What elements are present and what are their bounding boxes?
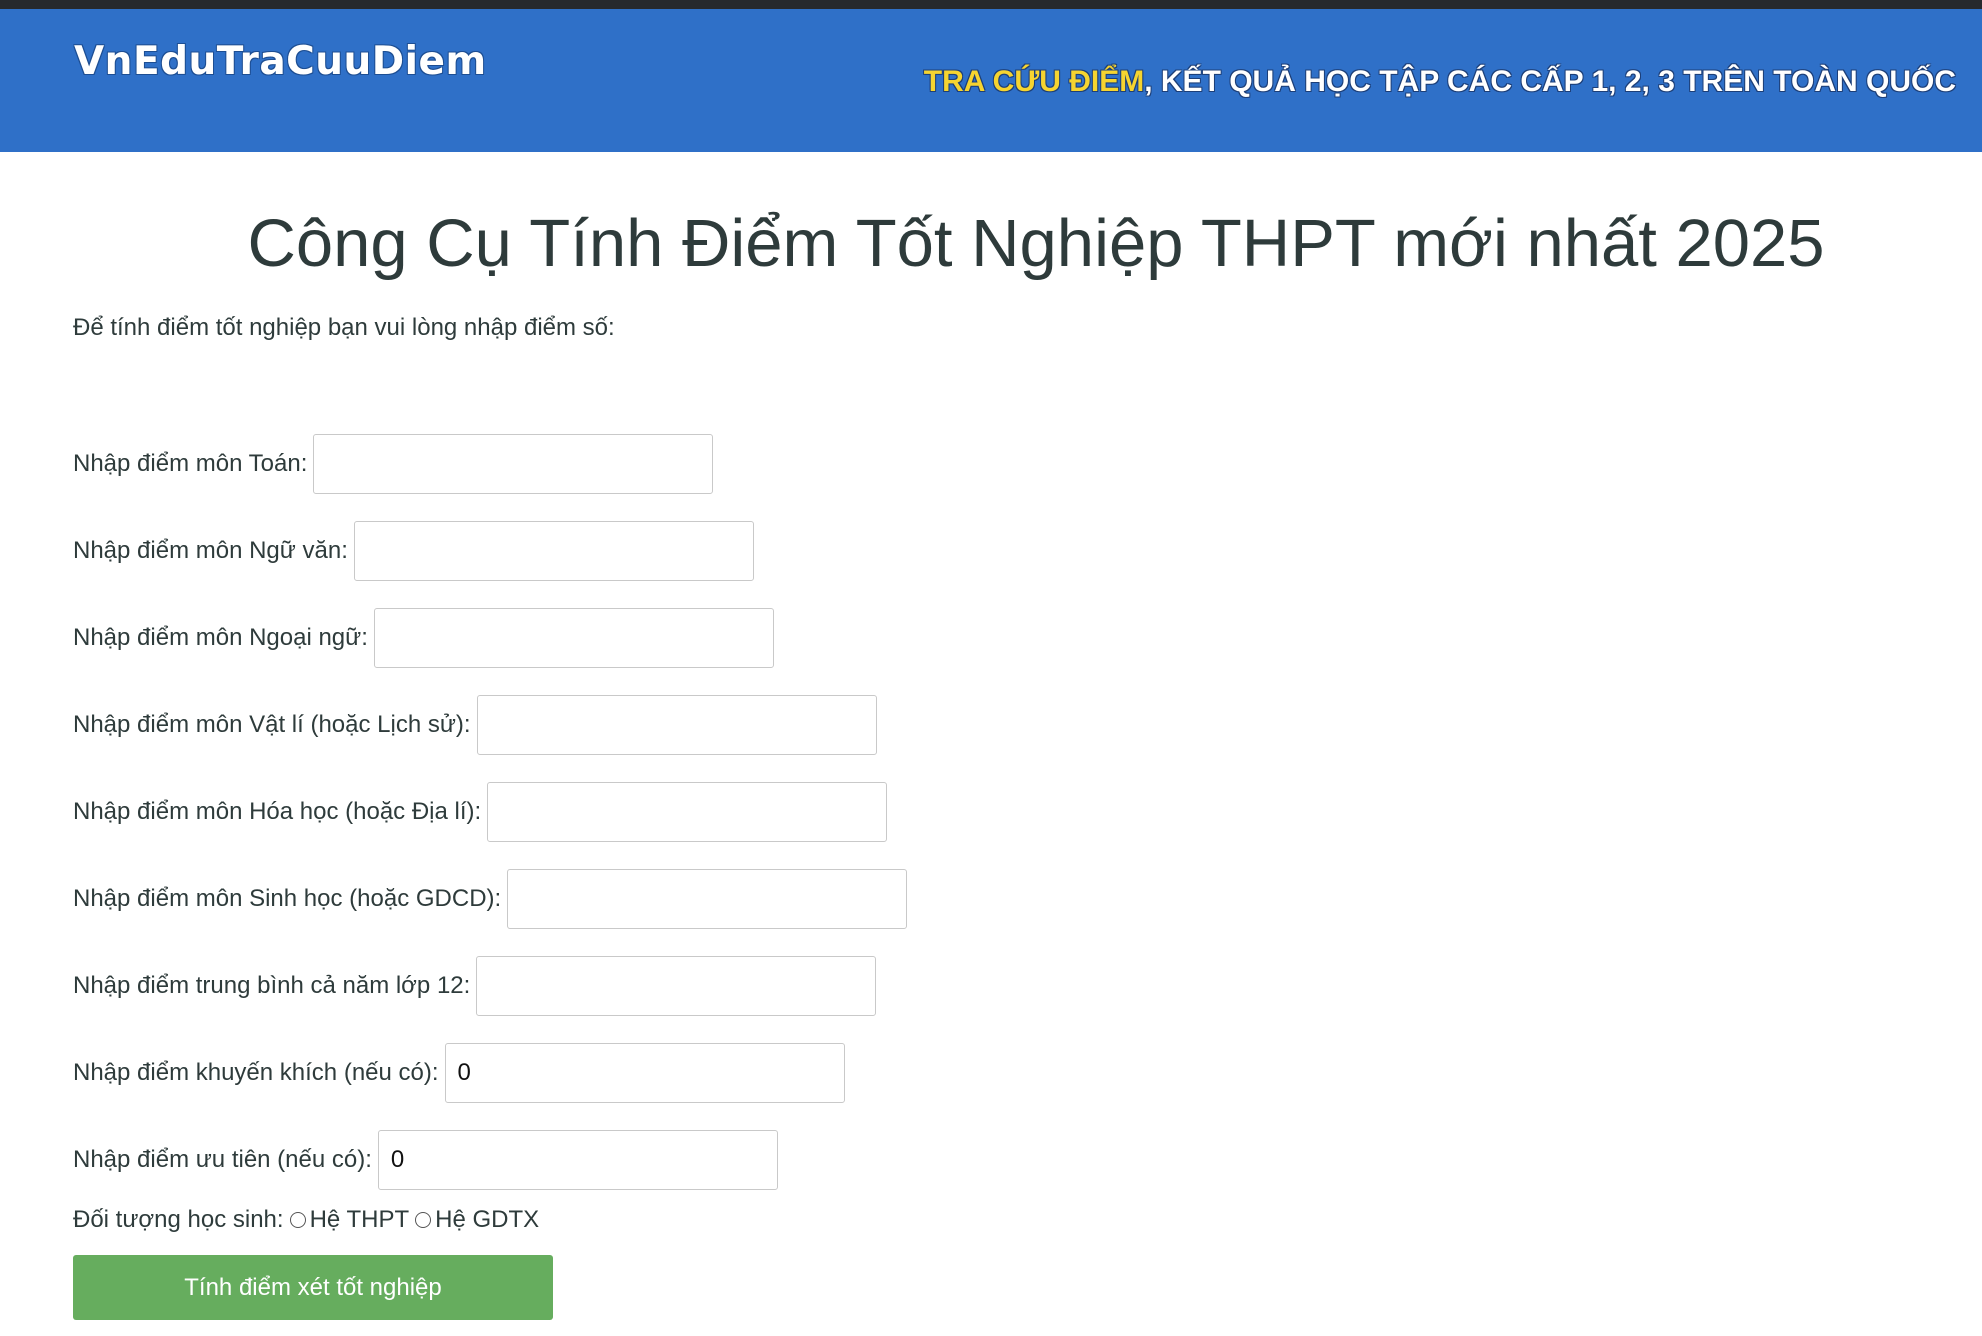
biology-civics-score-label: Nhập điểm môn Sinh học (hoặc GDCD): <box>73 885 502 912</box>
literature-score-label: Nhập điểm môn Ngữ văn: <box>73 537 348 564</box>
site-logo[interactable]: VnEduTraCuuDiem <box>74 39 487 84</box>
physics-history-score-label: Nhập điểm môn Vật lí (hoặc Lịch sử): <box>73 711 471 738</box>
intro-text: Để tính điểm tốt nghiệp bạn vui lòng nhậ… <box>73 314 615 341</box>
student-type-label: Đối tượng học sinh: <box>73 1206 284 1233</box>
chemistry-geography-score-input[interactable] <box>487 782 888 842</box>
biology-civics-score-input[interactable] <box>507 869 908 929</box>
top-strip <box>0 0 1982 9</box>
field-row-math: Nhập điểm môn Toán: <box>73 433 714 495</box>
bonus-points-input[interactable] <box>444 1043 845 1103</box>
calculate-button[interactable]: Tính điểm xét tốt nghiệp <box>73 1255 553 1320</box>
grade12-average-input[interactable] <box>476 956 877 1016</box>
field-row-priority-points: Nhập điểm ưu tiên (nếu có): <box>73 1129 778 1191</box>
foreign-language-score-label: Nhập điểm môn Ngoại ngữ: <box>73 624 368 651</box>
site-header: VnEduTraCuuDiem TRA CỨU ĐIỂM, KẾT QUẢ HỌ… <box>0 9 1982 152</box>
field-row-literature: Nhập điểm môn Ngữ văn: <box>73 520 754 582</box>
tagline-text: , KẾT QUẢ HỌC TẬP CÁC CẤP 1, 2, 3 TRÊN T… <box>1144 65 1956 98</box>
grade12-average-label: Nhập điểm trung bình cả năm lớp 12: <box>73 972 471 999</box>
radio-gdtx-label[interactable]: Hệ GDTX <box>435 1206 539 1234</box>
math-score-input[interactable] <box>313 434 714 494</box>
field-row-foreign-language: Nhập điểm môn Ngoại ngữ: <box>73 607 774 669</box>
math-score-label: Nhập điểm môn Toán: <box>73 450 308 477</box>
field-row-chemistry-geography: Nhập điểm môn Hóa học (hoặc Địa lí): <box>73 781 888 843</box>
literature-score-input[interactable] <box>353 521 754 581</box>
field-row-biology-civics: Nhập điểm môn Sinh học (hoặc GDCD): <box>73 868 908 930</box>
field-row-bonus-points: Nhập điểm khuyến khích (nếu có): <box>73 1042 845 1104</box>
radio-thpt[interactable] <box>289 1212 306 1228</box>
physics-history-score-input[interactable] <box>476 695 877 755</box>
field-row-grade12-average: Nhập điểm trung bình cả năm lớp 12: <box>73 955 877 1017</box>
bonus-points-label: Nhập điểm khuyến khích (nếu có): <box>73 1059 439 1086</box>
field-row-physics-history: Nhập điểm môn Vật lí (hoặc Lịch sử): <box>73 694 877 756</box>
radio-gdtx[interactable] <box>415 1212 432 1228</box>
chemistry-geography-score-label: Nhập điểm môn Hóa học (hoặc Địa lí): <box>73 798 482 825</box>
foreign-language-score-input[interactable] <box>373 608 774 668</box>
header-tagline: TRA CỨU ĐIỂM, KẾT QUẢ HỌC TẬP CÁC CẤP 1,… <box>924 65 1956 99</box>
page-title: Công Cụ Tính Điểm Tốt Nghiệp THPT mới nh… <box>247 206 1825 281</box>
priority-points-label: Nhập điểm ưu tiên (nếu có): <box>73 1146 372 1173</box>
priority-points-input[interactable] <box>377 1130 778 1190</box>
radio-thpt-label[interactable]: Hệ THPT <box>310 1206 410 1234</box>
tagline-highlight[interactable]: TRA CỨU ĐIỂM <box>924 65 1144 98</box>
student-type-group: Đối tượng học sinh: Hệ THPT Hệ GDTX <box>73 1206 539 1234</box>
